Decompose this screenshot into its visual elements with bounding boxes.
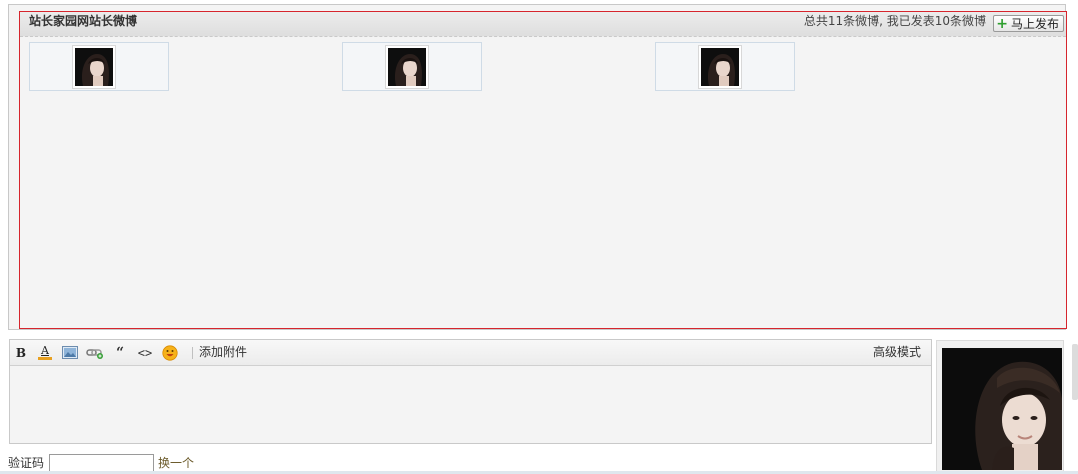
feed-container: 站长家园网站长微博 总共11条微博, 我已发表10条微博 + 马上发布 <box>19 11 1067 329</box>
captcha-label: 验证码 <box>8 456 45 470</box>
post-card[interactable] <box>29 42 169 91</box>
editor-toolbar: B A “ <> 添加附件 高级模式 <box>10 340 931 366</box>
add-attachment-link[interactable]: 添加附件 <box>199 345 247 360</box>
post-editor: B A “ <> 添加附件 高级模式 <box>9 339 932 444</box>
publish-button[interactable]: + 马上发布 <box>993 15 1064 32</box>
link-icon[interactable] <box>86 344 104 361</box>
publish-label: 马上发布 <box>1010 17 1059 31</box>
emoji-icon[interactable] <box>161 344 179 361</box>
page-scrollbar[interactable] <box>1072 344 1078 400</box>
avatar-portrait-icon <box>701 48 739 86</box>
bold-icon[interactable]: B <box>12 344 30 361</box>
font-color-icon[interactable]: A <box>36 344 54 361</box>
feed-panel: 站长家园网站长微博 总共11条微博, 我已发表10条微博 + 马上发布 <box>8 4 1067 330</box>
feed-title: 站长家园网站长微博 <box>29 14 138 28</box>
toolbar-divider <box>192 347 193 359</box>
captcha-refresh-link[interactable]: 换一个 <box>158 456 194 471</box>
profile-photo[interactable] <box>942 348 1062 470</box>
avatar-portrait-icon <box>75 48 113 86</box>
user-avatar[interactable] <box>698 45 742 89</box>
user-avatar[interactable] <box>385 45 429 89</box>
avatar-portrait-icon <box>388 48 426 86</box>
profile-photo-frame <box>936 340 1064 474</box>
image-icon[interactable] <box>61 344 79 361</box>
quote-icon[interactable]: “ <box>111 344 129 361</box>
plus-icon: + <box>996 15 1008 32</box>
post-content-input[interactable] <box>10 366 931 443</box>
profile-portrait-icon <box>942 348 1062 470</box>
advanced-mode-link[interactable]: 高级模式 <box>873 345 921 360</box>
feed-count: 总共11条微博, 我已发表10条微博 <box>803 14 986 28</box>
user-avatar[interactable] <box>72 45 116 89</box>
post-card[interactable] <box>342 42 482 91</box>
feed-header: 站长家园网站长微博 总共11条微博, 我已发表10条微博 + 马上发布 <box>20 12 1066 37</box>
post-card[interactable] <box>655 42 795 91</box>
code-icon[interactable]: <> <box>136 344 154 361</box>
